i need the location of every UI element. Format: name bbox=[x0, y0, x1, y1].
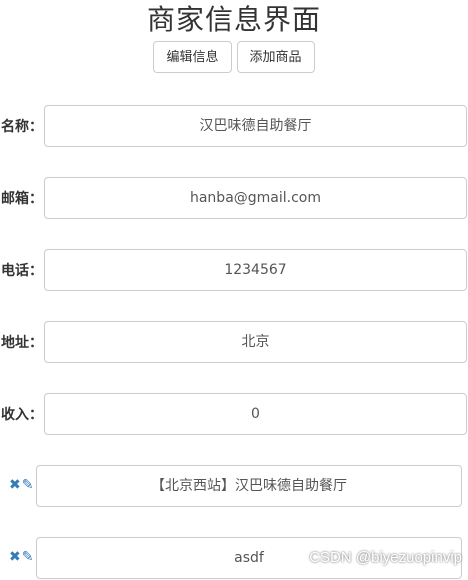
name-label: 名称： bbox=[1, 119, 43, 135]
page-title: 商家信息界面 bbox=[146, 3, 321, 36]
watermark: CSDN @biyezuopinvip bbox=[309, 549, 462, 566]
pencil-icon[interactable]: ✎ bbox=[22, 477, 34, 493]
income-field[interactable]: 0 bbox=[44, 393, 467, 435]
email-row: 邮箱： hanba@gmail.com bbox=[0, 177, 468, 220]
address-row: 地址： 北京 bbox=[0, 321, 468, 364]
email-label: 邮箱： bbox=[1, 191, 43, 207]
email-field[interactable]: hanba@gmail.com bbox=[44, 177, 467, 219]
phone-label: 电话： bbox=[1, 263, 43, 279]
add-product-button[interactable]: 添加商品 bbox=[236, 41, 315, 73]
close-icon[interactable]: ✖ bbox=[9, 549, 21, 565]
name-row: 名称： 汉巴味德自助餐厅 bbox=[0, 105, 468, 148]
phone-field[interactable]: 1234567 bbox=[44, 249, 467, 291]
name-field[interactable]: 汉巴味德自助餐厅 bbox=[44, 105, 467, 147]
close-icon[interactable]: ✖ bbox=[9, 477, 21, 493]
phone-row: 电话： 1234567 bbox=[0, 249, 468, 292]
income-label: 收入： bbox=[1, 407, 43, 423]
pencil-icon[interactable]: ✎ bbox=[22, 549, 34, 565]
product-row: ✖ ✎ 【北京西站】汉巴味德自助餐厅 bbox=[0, 465, 468, 508]
product-name-field[interactable]: 【北京西站】汉巴味德自助餐厅 bbox=[36, 465, 462, 507]
edit-info-button[interactable]: 编辑信息 bbox=[153, 41, 232, 73]
income-row: 收入： 0 bbox=[0, 393, 468, 436]
address-label: 地址： bbox=[1, 335, 43, 351]
address-field[interactable]: 北京 bbox=[44, 321, 467, 363]
toolbar: 编辑信息 添加商品 bbox=[0, 41, 468, 73]
